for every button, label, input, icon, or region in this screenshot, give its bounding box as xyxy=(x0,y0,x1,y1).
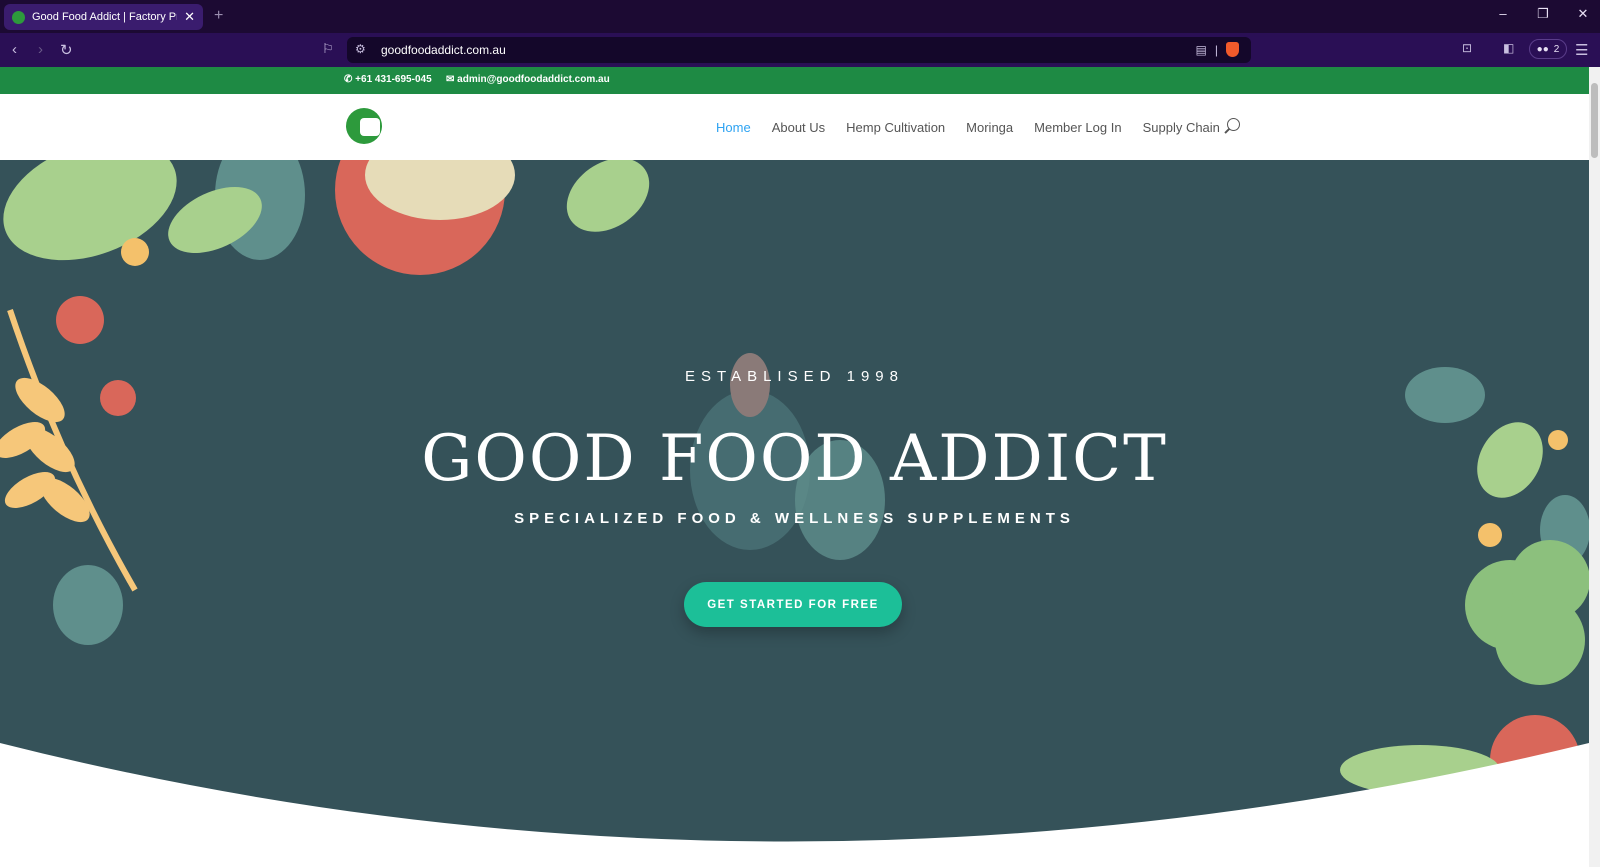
restore-icon[interactable]: ❐ xyxy=(1536,6,1550,22)
site-settings-icon[interactable]: ⚙ xyxy=(355,42,366,56)
scrollbar-thumb[interactable] xyxy=(1591,83,1598,158)
minimize-icon[interactable]: – xyxy=(1496,6,1510,22)
url-text: goodfoodaddict.com.au xyxy=(381,43,506,57)
email-link[interactable]: ✉ admin@goodfoodaddict.com.au xyxy=(446,74,610,85)
menu-icon[interactable]: ☰ xyxy=(1575,41,1588,59)
divider: | xyxy=(1214,42,1218,57)
reload-icon[interactable]: ↻ xyxy=(60,41,73,59)
hero-subtitle: SPECIALIZED FOOD & WELLNESS SUPPLEMENTS xyxy=(514,510,1075,527)
leaf-icon xyxy=(53,565,123,645)
berry-icon xyxy=(100,380,136,416)
reader-mode-icon[interactable]: ▤ xyxy=(1196,43,1207,57)
close-window-icon[interactable]: ✕ xyxy=(1576,6,1590,22)
new-tab-icon[interactable]: + xyxy=(214,7,223,25)
back-icon[interactable]: ‹ xyxy=(12,41,17,58)
established-label: ESTABLISED 1998 xyxy=(685,368,904,385)
nav-member-log-in[interactable]: Member Log In xyxy=(1034,120,1121,135)
forward-icon[interactable]: › xyxy=(38,41,43,58)
get-started-button[interactable]: GET STARTED FOR FREE xyxy=(684,582,902,627)
phone-link[interactable]: ✆ +61 431-695-045 xyxy=(344,74,432,85)
nav-about-us[interactable]: About Us xyxy=(772,120,825,135)
bookmark-icon[interactable]: ⚐ xyxy=(322,41,334,57)
logo-mark-icon xyxy=(360,118,380,136)
seed-icon xyxy=(121,238,149,266)
email-address: admin@goodfoodaddict.com.au xyxy=(457,74,610,85)
page-scrollbar[interactable] xyxy=(1589,67,1600,867)
browser-tab-bar: Good Food Addict | Factory Price ✕ + – ❐… xyxy=(0,0,1600,33)
wallet-extension[interactable]: ●● 2 xyxy=(1529,39,1567,59)
leaf-icon xyxy=(3,160,177,261)
leaf-icon xyxy=(730,353,770,417)
main-nav: Home About Us Hemp Cultivation Moringa M… xyxy=(716,120,1241,135)
nav-home[interactable]: Home xyxy=(716,120,751,135)
site-logo[interactable] xyxy=(346,108,382,144)
nav-moringa[interactable]: Moringa xyxy=(966,120,1013,135)
nav-hemp-cultivation[interactable]: Hemp Cultivation xyxy=(846,120,945,135)
phone-number: +61 431-695-045 xyxy=(355,74,432,85)
search-icon[interactable] xyxy=(1227,118,1240,131)
leaf-icon xyxy=(566,160,650,232)
web-page: ✆ +61 431-695-045 ✉ admin@goodfoodaddict… xyxy=(0,67,1589,867)
window-controls: – ❐ ✕ xyxy=(1496,6,1590,22)
browser-tab[interactable]: Good Food Addict | Factory Price ✕ xyxy=(4,4,203,30)
extension-count: 2 xyxy=(1553,43,1560,55)
brave-shields-icon[interactable] xyxy=(1226,42,1239,57)
nav-supply-chain[interactable]: Supply Chain xyxy=(1143,120,1220,135)
favicon-icon xyxy=(12,10,25,24)
tab-title: Good Food Addict | Factory Price xyxy=(32,11,177,23)
contact-top-bar: ✆ +61 431-695-045 ✉ admin@goodfoodaddict… xyxy=(0,67,1589,94)
broccoli-icon xyxy=(1495,595,1585,685)
hero-section: ESTABLISED 1998 GOOD FOOD ADDICT SPECIAL… xyxy=(0,160,1589,867)
site-header: Home About Us Hemp Cultivation Moringa M… xyxy=(0,94,1589,160)
berry-icon xyxy=(56,296,104,344)
screenshot-icon[interactable]: ⊡ xyxy=(1462,41,1472,55)
glasses-icon: ●● xyxy=(1536,43,1549,55)
address-bar[interactable]: ⚙ goodfoodaddict.com.au ▤ | xyxy=(347,37,1251,63)
close-tab-icon[interactable]: ✕ xyxy=(184,9,195,25)
sidebar-icon[interactable]: ◧ xyxy=(1503,41,1514,55)
hero-title: GOOD FOOD ADDICT xyxy=(421,422,1168,496)
browser-toolbar: ‹ › ↻ ⚐ ⚙ goodfoodaddict.com.au ▤ | ⊡ ◧ … xyxy=(0,33,1600,67)
